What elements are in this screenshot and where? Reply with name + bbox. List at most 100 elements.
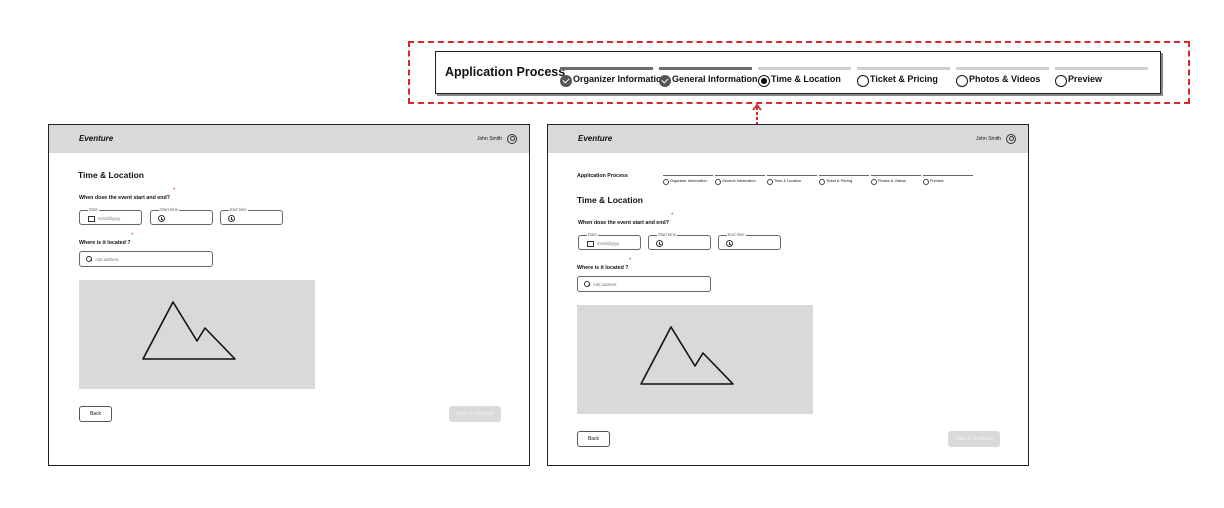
back-button[interactable]: Back <box>79 406 112 422</box>
required-marker: * <box>131 233 134 239</box>
zoom-step-photos-videos[interactable]: Photos & Videos <box>956 67 1049 91</box>
start-time-field[interactable]: Start time <box>150 207 213 225</box>
step-label: Time & Location <box>774 179 802 183</box>
question-when: When dose the event start and end? <box>79 195 170 201</box>
required-marker: * <box>629 258 632 264</box>
user-avatar-icon <box>507 134 517 144</box>
check-circle-icon <box>560 75 572 87</box>
zoom-step-bar <box>857 67 950 70</box>
calendar-icon <box>88 216 95 222</box>
step-label: General Information <box>722 179 756 183</box>
clock-icon <box>228 215 235 222</box>
date-legend: Date <box>587 232 598 237</box>
clock-icon <box>158 215 165 222</box>
zoom-step-bar <box>956 67 1049 70</box>
address-placeholder: Add address <box>95 257 119 262</box>
user-avatar-icon <box>1006 134 1016 144</box>
zoom-step-label: Preview <box>1068 74 1103 84</box>
radio-empty-icon <box>871 179 877 185</box>
zoom-step-bar <box>1055 67 1148 70</box>
zoomed-progress-panel: Application Process Organizer Informatio… <box>435 51 1161 94</box>
search-icon <box>584 281 590 287</box>
zoom-step-general-information[interactable]: General Information <box>659 67 758 91</box>
app-logo[interactable]: Eventure <box>79 134 113 143</box>
user-menu[interactable]: John Smith <box>976 134 1016 144</box>
user-name: John Smith <box>975 136 1001 142</box>
step-ticket-pricing[interactable]: Ticket & Pricing <box>819 175 869 185</box>
date-field[interactable]: Date mm/dd/yyyy <box>578 232 641 250</box>
section-title: Time & Location <box>78 170 144 180</box>
step-organizer-information[interactable]: Organizer Information <box>663 175 713 185</box>
date-placeholder: mm/dd/yyyy <box>98 216 121 221</box>
step-bar <box>923 175 973 176</box>
screen-frame-original: Eventure John Smith Time & Location When… <box>48 124 530 466</box>
zoom-step-time-location[interactable]: Time & Location <box>758 67 851 91</box>
map-placeholder-image <box>79 280 315 389</box>
step-photos-videos[interactable]: Photos & Videos <box>871 175 921 185</box>
step-label: Organizer Information <box>670 179 707 183</box>
end-time-field[interactable]: End time <box>220 207 283 225</box>
zoom-step-label: Photos & Videos <box>969 74 1041 84</box>
start-time-field[interactable]: Start time <box>648 232 711 250</box>
date-field[interactable]: Date mm/dd/yyyy <box>79 207 142 225</box>
required-marker: * <box>671 213 674 219</box>
save-continue-button[interactable]: Save & Continue <box>948 431 1000 447</box>
step-bar <box>715 175 765 176</box>
zoom-step-label: Organizer Information <box>573 74 668 84</box>
zoom-step-organizer-information[interactable]: Organizer Information <box>560 67 667 91</box>
radio-empty-icon <box>819 179 825 185</box>
address-input[interactable]: Add address <box>79 251 213 267</box>
radio-empty-icon <box>857 75 869 87</box>
end-time-legend: End time <box>229 207 248 212</box>
zoom-step-label: Time & Location <box>771 74 841 84</box>
start-time-legend: Start time <box>159 207 179 212</box>
step-label: Preview <box>930 179 944 183</box>
end-time-legend: End time <box>727 232 746 237</box>
zoom-step-preview[interactable]: Preview <box>1055 67 1148 91</box>
save-continue-button[interactable]: Save & Continue <box>449 406 501 422</box>
step-preview[interactable]: Preview <box>923 175 973 185</box>
radio-empty-icon <box>1055 75 1067 87</box>
mountain-image-icon <box>142 301 236 360</box>
clock-icon <box>656 240 663 247</box>
section-title: Time & Location <box>577 195 643 205</box>
end-time-field[interactable]: End time <box>718 232 781 250</box>
check-circle-icon <box>715 179 721 185</box>
address-placeholder: Add address <box>593 282 617 287</box>
calendar-icon <box>587 241 594 247</box>
app-header: Eventure John Smith <box>49 125 529 153</box>
zoom-step-label: General Information <box>672 74 758 84</box>
zoom-step-bar <box>560 67 653 70</box>
radio-empty-icon <box>956 75 968 87</box>
date-legend: Date <box>88 207 99 212</box>
zoom-step-bar <box>758 67 851 70</box>
search-icon <box>86 256 92 262</box>
app-logo[interactable]: Eventure <box>578 134 612 143</box>
clock-icon <box>726 240 733 247</box>
date-placeholder: mm/dd/yyyy <box>597 241 620 246</box>
map-placeholder-image <box>577 305 813 414</box>
step-general-information[interactable]: General Information <box>715 175 765 185</box>
zoom-step-ticket-pricing[interactable]: Ticket & Pricing <box>857 67 950 91</box>
zoom-step-label: Ticket & Pricing <box>870 74 938 84</box>
start-time-legend: Start time <box>657 232 677 237</box>
back-button[interactable]: Back <box>577 431 610 447</box>
question-when: When dose the event start and end? <box>578 220 669 226</box>
zoomed-process-title: Application Process <box>445 65 566 79</box>
user-menu[interactable]: John Smith <box>477 134 517 144</box>
zoom-step-bar <box>659 67 752 70</box>
radio-empty-icon <box>923 179 929 185</box>
step-label: Photos & Videos <box>878 179 907 183</box>
question-where: Where is it located ? <box>577 265 629 271</box>
step-bar <box>871 175 921 176</box>
address-input[interactable]: Add address <box>577 276 711 292</box>
step-bar <box>819 175 869 176</box>
user-name: John Smith <box>476 136 502 142</box>
radio-selected-icon <box>758 75 770 87</box>
step-bar <box>663 175 713 176</box>
check-circle-icon <box>659 75 671 87</box>
step-time-location[interactable]: Time & Location <box>767 175 817 185</box>
question-where: Where is it located ? <box>79 240 131 246</box>
screen-frame-with-progress: Eventure John Smith Application Process … <box>547 124 1029 466</box>
required-marker: * <box>173 188 176 194</box>
